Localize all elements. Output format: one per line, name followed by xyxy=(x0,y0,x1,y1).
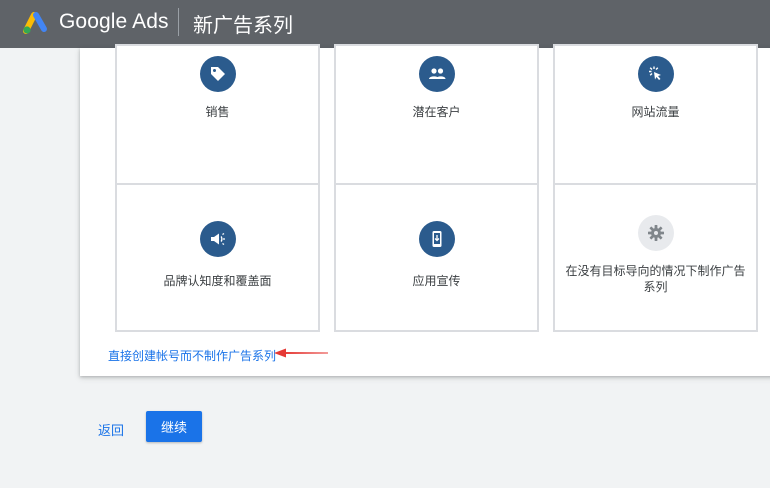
goal-tile-sales[interactable]: 销售 xyxy=(115,44,320,193)
goal-label: 销售 xyxy=(205,105,230,119)
tag-icon xyxy=(199,56,236,92)
megaphone-icon xyxy=(199,221,236,257)
goal-label: 品牌认知度和覆盖面 xyxy=(163,274,272,288)
header-divider xyxy=(178,8,179,36)
gear-icon xyxy=(637,215,674,251)
campaign-goal-card: 销售 潜在客户 网站流量 品牌认知度和覆盖面 应用宣传 在没有目标导向的情况下制… xyxy=(80,44,770,376)
goal-tile-website-traffic[interactable]: 网站流量 xyxy=(553,44,758,193)
continue-button[interactable]: 继续 xyxy=(146,411,202,442)
goal-tile-no-goal[interactable]: 在没有目标导向的情况下制作广告系列 xyxy=(553,183,758,332)
goal-label: 潜在客户 xyxy=(412,105,461,119)
goal-label: 应用宣传 xyxy=(412,274,461,288)
google-ads-logo-icon[interactable] xyxy=(21,8,49,36)
goal-label: 在没有目标导向的情况下制作广告系列 xyxy=(565,264,746,294)
goal-tile-app-promotion[interactable]: 应用宣传 xyxy=(334,183,539,332)
annotation-arrow-icon xyxy=(274,348,328,358)
top-app-bar: Google Ads 新广告系列 xyxy=(0,0,770,48)
goal-tile-brand-awareness[interactable]: 品牌认知度和覆盖面 xyxy=(115,183,320,332)
goal-tile-leads[interactable]: 潜在客户 xyxy=(334,44,539,193)
cursor-click-icon xyxy=(637,56,674,92)
people-icon xyxy=(418,56,455,92)
phone-download-icon xyxy=(418,221,455,257)
page-title: 新广告系列 xyxy=(193,13,293,37)
brand-name: Google Ads xyxy=(59,10,169,33)
skip-campaign-creation-link[interactable]: 直接创建帐号而不制作广告系列 xyxy=(108,347,276,364)
goal-label: 网站流量 xyxy=(631,105,680,119)
back-link[interactable]: 返回 xyxy=(98,420,124,439)
